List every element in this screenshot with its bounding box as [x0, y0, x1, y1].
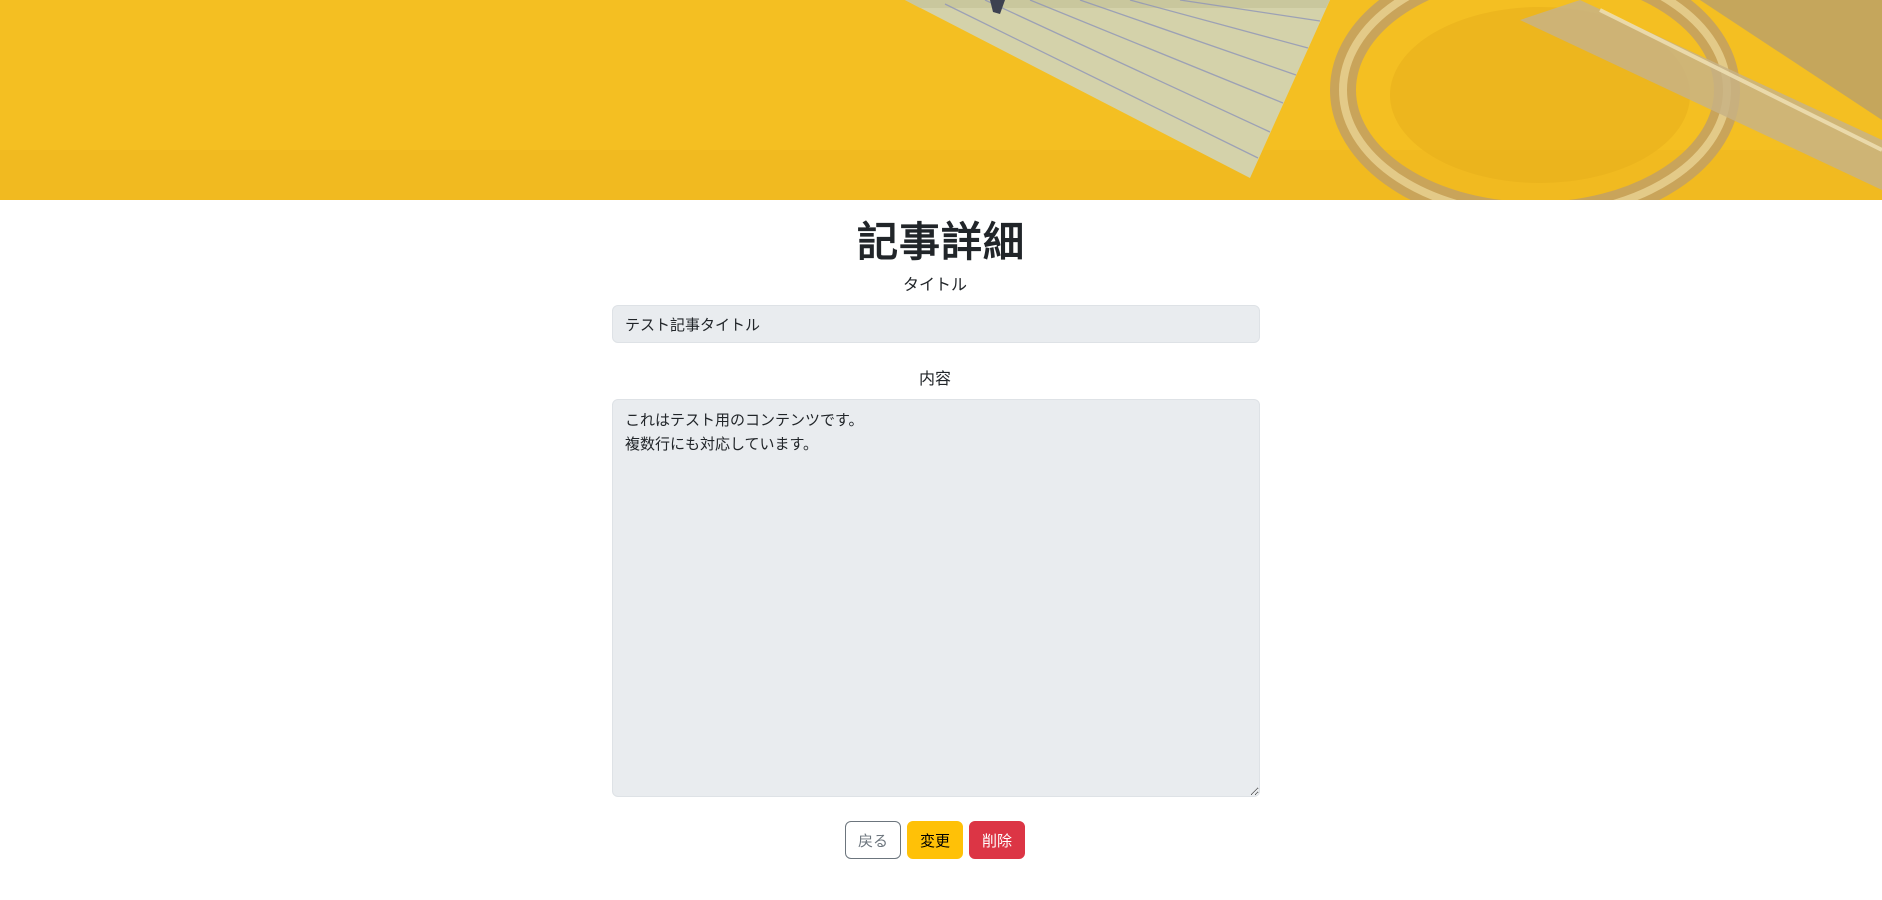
delete-button[interactable]: 削除 — [969, 821, 1026, 859]
edit-button[interactable]: 変更 — [906, 821, 963, 859]
hero-banner-image — [0, 0, 1882, 200]
content-label: 内容 — [918, 369, 951, 388]
action-buttons: 戻る 変更 削除 — [0, 821, 1870, 859]
title-label: タイトル — [902, 275, 967, 294]
page-title: 記事詳細 — [857, 218, 1025, 266]
content-textarea[interactable]: これはテスト用のコンテンツです。 複数行にも対応しています。 — [612, 399, 1260, 797]
title-input[interactable] — [612, 305, 1260, 343]
back-button[interactable]: 戻る — [844, 821, 901, 859]
stationery-illustration — [0, 0, 1882, 200]
